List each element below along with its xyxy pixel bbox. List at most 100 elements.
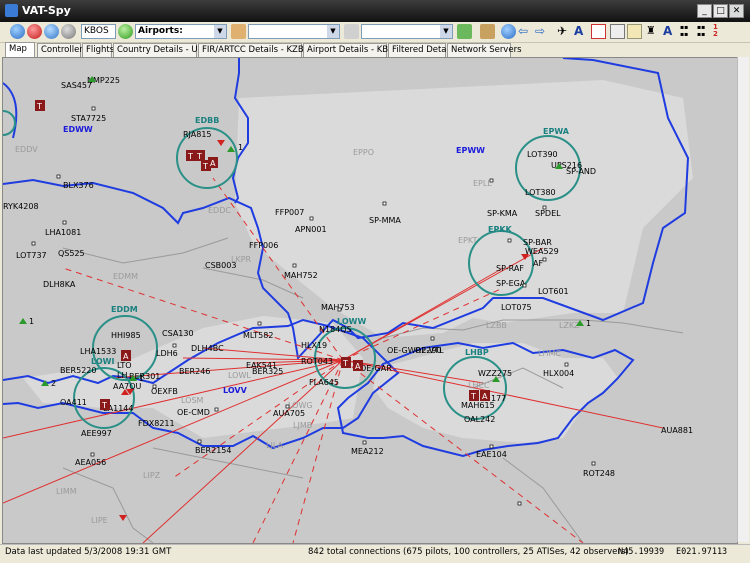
- fir-label-eddc: EDDC: [208, 206, 231, 215]
- fir-label-eddm: EDDM: [111, 305, 138, 314]
- fir-label-edbb: EDBB: [195, 116, 219, 125]
- svg-text:LHA1533: LHA1533: [80, 347, 116, 356]
- minimize-button[interactable]: _: [697, 4, 712, 18]
- notes-icon[interactable]: [627, 24, 642, 39]
- svg-text:OEXFB: OEXFB: [151, 387, 178, 396]
- svg-text:LTO: LTO: [117, 361, 132, 370]
- svg-text:SP-MMA: SP-MMA: [369, 216, 401, 225]
- svg-text:HLX19: HLX19: [301, 341, 327, 350]
- svg-text:ROT043: ROT043: [301, 357, 333, 366]
- svg-text:FDX8211: FDX8211: [138, 419, 175, 428]
- svg-text:MAH615: MAH615: [461, 401, 495, 410]
- svg-text:CSB003: CSB003: [205, 261, 236, 270]
- svg-text:AUA881: AUA881: [661, 426, 693, 435]
- svg-text:ROT248: ROT248: [583, 469, 615, 478]
- fir-label-lhmc: LHMC: [538, 349, 561, 358]
- fir-label-edww: EDWW: [63, 125, 93, 134]
- svg-text:CSA130: CSA130: [162, 329, 194, 338]
- svg-text:WZZ275: WZZ275: [478, 369, 512, 378]
- fir-label-eppo: EPPO: [353, 148, 374, 157]
- vertical-scrollbar[interactable]: [737, 57, 749, 542]
- chevron-down-icon: ▼: [214, 25, 226, 38]
- svg-text:OE-CMD: OE-CMD: [177, 408, 210, 417]
- chevron-down-icon: ▼: [440, 25, 452, 38]
- tower-icon[interactable]: ♜: [646, 24, 661, 39]
- svg-text:BER246: BER246: [179, 367, 210, 376]
- svg-text:A: A: [355, 362, 361, 371]
- svg-text:BER5220: BER5220: [60, 366, 96, 375]
- arrow-left-icon[interactable]: ⇦: [518, 24, 533, 39]
- tab-country-details[interactable]: Country Details - USA: [113, 43, 209, 57]
- svg-text:AUA705: AUA705: [273, 409, 305, 418]
- tab-fir-details[interactable]: FIR/ARTCC Details - KZBW: [198, 43, 312, 57]
- airplane-icon[interactable]: ✈: [557, 24, 572, 39]
- svg-text:OE-GAR: OE-GAR: [360, 364, 392, 373]
- text-a-icon[interactable]: A: [574, 24, 589, 39]
- globe-icon[interactable]: [10, 24, 25, 39]
- fir-label-eddv: EDDV: [15, 145, 38, 154]
- tab-controllers[interactable]: Controllers: [37, 43, 87, 57]
- svg-text:A: A: [482, 392, 488, 401]
- svg-text:FLA645: FLA645: [309, 378, 339, 387]
- fir-label-lowl: LOWL: [228, 371, 251, 380]
- list-icon[interactable]: ▪▪ ▪▪: [697, 24, 712, 39]
- svg-text:DLH4BC: DLH4BC: [191, 344, 224, 353]
- fir-label-losm: LOSM: [181, 396, 204, 405]
- svg-text:QS525: QS525: [58, 249, 85, 258]
- settings-icon[interactable]: [61, 24, 76, 39]
- svg-text:1: 1: [238, 143, 243, 152]
- search-input[interactable]: KBOS: [81, 24, 116, 39]
- svg-text:T: T: [202, 162, 208, 171]
- sort-icon[interactable]: ▪▪ ▪▪: [680, 24, 695, 39]
- svg-text:RYK4208: RYK4208: [3, 202, 39, 211]
- add-icon[interactable]: [231, 24, 246, 39]
- tab-flights[interactable]: Flights: [82, 43, 114, 57]
- fir-label-epkt: EPKT: [458, 236, 478, 245]
- status-bar: Data last updated 5/3/2008 19:31 GMT 842…: [0, 544, 750, 563]
- tab-filtered-details[interactable]: Filtered Details: [388, 43, 456, 57]
- fir-label-lhcc: LHCC: [468, 381, 490, 390]
- save-icon[interactable]: [610, 24, 625, 39]
- close-button[interactable]: ✕: [729, 4, 744, 18]
- status-connections: 842 total connections (675 pilots, 100 c…: [308, 547, 629, 557]
- add-filter-icon[interactable]: [457, 24, 472, 39]
- arrow-right-icon[interactable]: ⇨: [535, 24, 550, 39]
- tab-map[interactable]: Map: [5, 42, 35, 57]
- svg-text:LDH6: LDH6: [156, 349, 178, 358]
- weather-icon[interactable]: [480, 24, 495, 39]
- grid-icon[interactable]: [591, 24, 606, 39]
- filter-icon[interactable]: [344, 24, 359, 39]
- svg-text:HLX004: HLX004: [543, 369, 574, 378]
- go-icon[interactable]: [118, 24, 133, 39]
- svg-text:2: 2: [51, 379, 56, 388]
- world-icon[interactable]: [501, 24, 516, 39]
- svg-text:FFP007: FFP007: [275, 208, 304, 217]
- tab-network-servers[interactable]: Network Servers: [447, 43, 522, 57]
- zoom-icon[interactable]: 12: [713, 24, 728, 39]
- fir-label-limm: LIMM: [56, 487, 77, 496]
- font-icon[interactable]: A: [663, 24, 678, 39]
- svg-text:OA411: OA411: [60, 398, 87, 407]
- tab-airport-details[interactable]: Airport Details - KBOS: [303, 43, 400, 57]
- app-icon: [5, 4, 18, 17]
- stop-icon[interactable]: [27, 24, 42, 39]
- map-canvas[interactable]: EDBB EDWW EPWW EPWA EPKK EDDM LOWW LHBP …: [3, 58, 737, 543]
- svg-text:1: 1: [29, 317, 34, 326]
- svg-text:AF: AF: [533, 259, 543, 268]
- filter-dropdown-1[interactable]: ▼: [248, 24, 340, 39]
- svg-text:LOT380: LOT380: [525, 188, 556, 197]
- chevron-down-icon: ▼: [327, 25, 339, 38]
- svg-text:AEA056: AEA056: [75, 458, 106, 467]
- svg-text:177: 177: [491, 394, 506, 403]
- airports-dropdown[interactable]: Airports: ▼: [135, 24, 227, 39]
- svg-text:EAE104: EAE104: [476, 450, 507, 459]
- filter-dropdown-2[interactable]: ▼: [361, 24, 453, 39]
- svg-text:APN001: APN001: [295, 225, 327, 234]
- map-view[interactable]: EDBB EDWW EPWW EPWA EPKK EDDM LOWW LHBP …: [2, 57, 738, 544]
- status-latitude: N45.19939: [618, 547, 665, 557]
- fir-label-ljmb: LJMB: [293, 421, 312, 430]
- refresh-globe-icon[interactable]: [44, 24, 59, 39]
- maximize-button[interactable]: □: [713, 4, 728, 18]
- airports-dropdown-label: Airports:: [138, 26, 183, 36]
- fir-label-lzbb: LZBB: [486, 321, 507, 330]
